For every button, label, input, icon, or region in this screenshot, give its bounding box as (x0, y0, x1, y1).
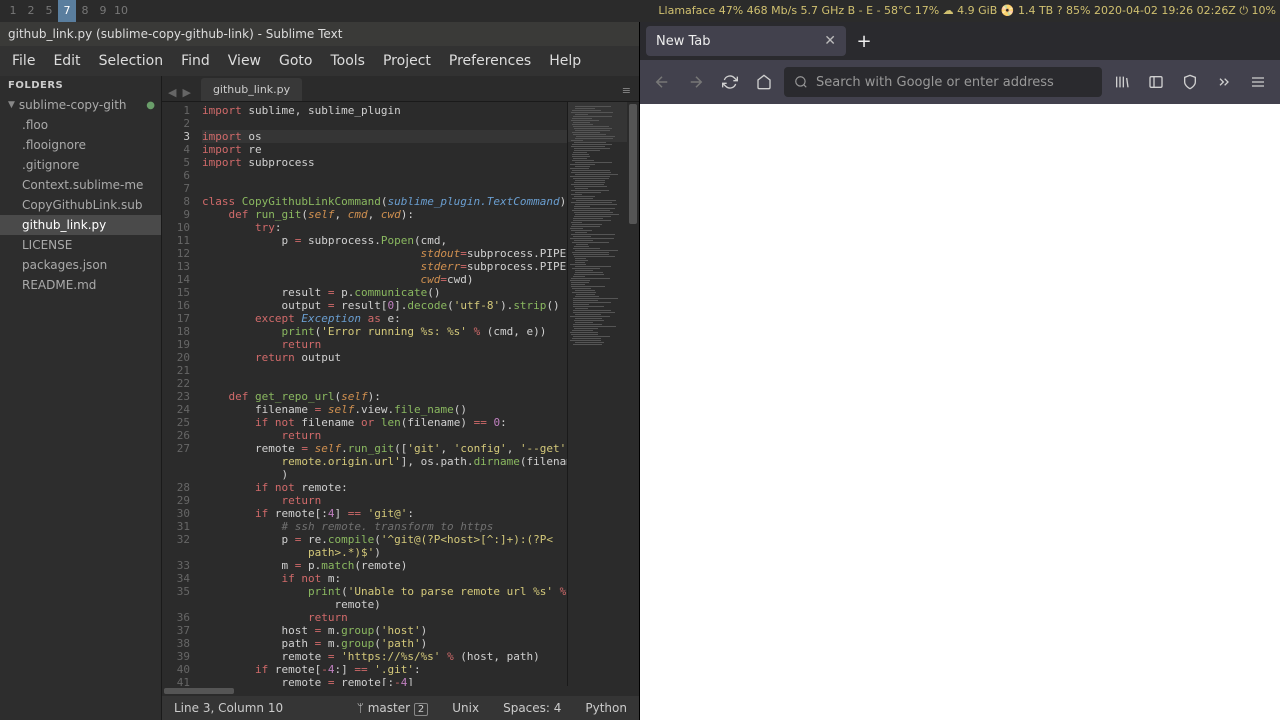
nav-fwd-icon[interactable]: ▶ (180, 84, 192, 101)
nav-back-icon[interactable]: ◀ (166, 84, 178, 101)
menu-file[interactable]: File (12, 53, 35, 69)
tab-bar[interactable]: ◀ ▶ github_link.py ≡ (162, 76, 639, 102)
menu-find[interactable]: Find (181, 53, 210, 69)
overflow-icon[interactable] (1210, 68, 1238, 96)
library-icon[interactable] (1108, 68, 1136, 96)
status-syntax[interactable]: Python (585, 701, 627, 715)
gutter: 1234567891011121314151617181920212223242… (162, 102, 196, 686)
status-branch[interactable]: ᛘ master 2 (357, 701, 429, 715)
sidebar-item[interactable]: LICENSE (0, 235, 161, 255)
status-indent[interactable]: Spaces: 4 (503, 701, 561, 715)
menu-selection[interactable]: Selection (99, 53, 164, 69)
menu-view[interactable]: View (228, 53, 261, 69)
code-editor[interactable]: import sublime, sublime_pluginimport osi… (196, 102, 567, 686)
sidebar-item[interactable]: .floo (0, 115, 161, 135)
menu-icon[interactable] (1244, 68, 1272, 96)
tab-label: New Tab (656, 34, 711, 49)
folder-label: sublime-copy-gith (19, 98, 127, 112)
reload-button[interactable] (716, 68, 744, 96)
menu-edit[interactable]: Edit (53, 53, 80, 69)
window-title: github_link.py (sublime-copy-github-link… (0, 22, 639, 46)
workspace-9[interactable]: 9 (94, 0, 112, 22)
search-icon (794, 75, 808, 89)
workspace-5[interactable]: 5 (40, 0, 58, 22)
system-status: Llamaface 47% 468 Mb/s 5.7 GHz B - E - 5… (658, 4, 1276, 18)
browser-tab-bar[interactable]: New Tab ✕ + (640, 22, 1280, 60)
menu-project[interactable]: Project (383, 53, 431, 69)
sidebar-item[interactable]: CopyGithubLink.sub (0, 195, 161, 215)
home-button[interactable] (750, 68, 778, 96)
workspace-switcher[interactable]: 12578910 (4, 0, 130, 22)
status-position: Line 3, Column 10 (174, 701, 283, 715)
system-bar: 12578910 Llamaface 47% 468 Mb/s 5.7 GHz … (0, 0, 1280, 22)
sidebar-header: FOLDERS (0, 76, 161, 95)
horizontal-scrollbar[interactable] (162, 686, 639, 696)
browser-toolbar: Search with Google or enter address (640, 60, 1280, 104)
sidebar-item[interactable]: github_link.py (0, 215, 161, 235)
sidebar-item[interactable]: .gitignore (0, 155, 161, 175)
minimap[interactable] (567, 102, 627, 686)
back-button[interactable] (648, 68, 676, 96)
status-line-ending[interactable]: Unix (452, 701, 479, 715)
editor-tab[interactable]: github_link.py (201, 78, 302, 101)
menu-help[interactable]: Help (549, 53, 581, 69)
chevron-down-icon: ▼ (8, 100, 15, 110)
status-bar[interactable]: Line 3, Column 10 ᛘ master 2 Unix Spaces… (162, 696, 639, 720)
workspace-10[interactable]: 10 (112, 0, 130, 22)
workspace-8[interactable]: 8 (76, 0, 94, 22)
browser-tab[interactable]: New Tab ✕ (646, 26, 846, 56)
workspace-1[interactable]: 1 (4, 0, 22, 22)
menu-preferences[interactable]: Preferences (449, 53, 531, 69)
menu-goto[interactable]: Goto (279, 53, 312, 69)
browser-content (640, 104, 1280, 720)
forward-button[interactable] (682, 68, 710, 96)
sidebar[interactable]: FOLDERS ▼ sublime-copy-gith ● .floo.floo… (0, 76, 162, 720)
address-bar[interactable]: Search with Google or enter address (784, 67, 1102, 97)
workspace-2[interactable]: 2 (22, 0, 40, 22)
tab-menu-icon[interactable]: ≡ (614, 80, 639, 101)
sidebar-item[interactable]: packages.json (0, 255, 161, 275)
workspace-7[interactable]: 7 (58, 0, 76, 22)
close-icon[interactable]: ✕ (824, 33, 836, 49)
url-placeholder: Search with Google or enter address (816, 75, 1054, 90)
menu-tools[interactable]: Tools (330, 53, 365, 69)
sidebar-item[interactable]: .flooignore (0, 135, 161, 155)
new-tab-button[interactable]: + (850, 27, 878, 55)
sidebar-item[interactable]: Context.sublime-me (0, 175, 161, 195)
browser-window: New Tab ✕ + Search with Google or enter … (640, 22, 1280, 720)
sidebar-icon[interactable] (1142, 68, 1170, 96)
sidebar-item[interactable]: README.md (0, 275, 161, 295)
vcs-dot-icon: ● (146, 100, 155, 111)
vertical-scrollbar[interactable] (627, 102, 639, 686)
menu-bar[interactable]: File Edit Selection Find View Goto Tools Projec… (0, 46, 639, 76)
sublime-window: github_link.py (sublime-copy-github-link… (0, 22, 640, 720)
sidebar-folder-root[interactable]: ▼ sublime-copy-gith ● (0, 95, 161, 115)
shield-icon[interactable] (1176, 68, 1204, 96)
